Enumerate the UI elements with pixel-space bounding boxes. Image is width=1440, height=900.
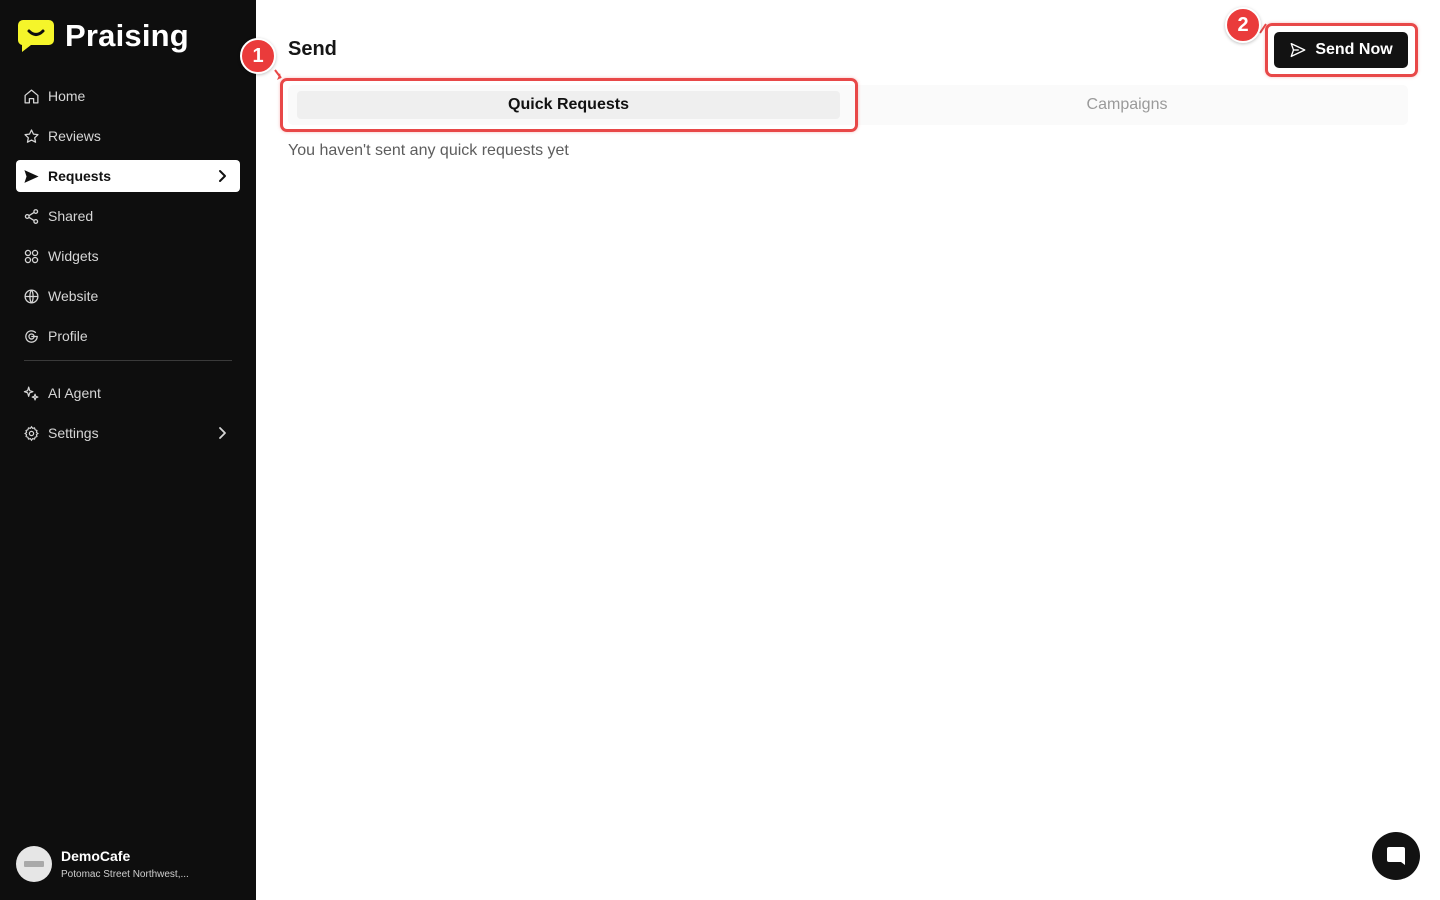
brand-name: Praising: [65, 18, 189, 53]
sidebar-item-label: Website: [48, 288, 99, 304]
sidebar-item-label: Home: [48, 88, 86, 104]
sidebar-nav: Home Reviews Requests Shared Widgets Web…: [16, 80, 240, 457]
sidebar-item-requests[interactable]: Requests: [16, 160, 240, 192]
app-root: Praising Home Reviews Requests Shared Wi…: [0, 0, 1440, 900]
sidebar-item-settings[interactable]: Settings: [16, 417, 240, 449]
account-info: DemoCafe Potomac Street Northwest,...: [61, 847, 189, 882]
chevron-right-icon: [219, 170, 226, 182]
sidebar-item-label: Widgets: [48, 248, 99, 264]
sidebar-item-label: Profile: [48, 328, 88, 344]
home-icon: [24, 88, 39, 104]
sidebar-item-profile[interactable]: Profile: [16, 320, 240, 352]
sidebar-item-label: Requests: [48, 168, 112, 184]
sidebar-divider: [24, 360, 232, 361]
annotation-badge-1: 1: [240, 38, 276, 74]
google-icon: [25, 329, 38, 343]
sidebar-item-label: Settings: [48, 425, 99, 441]
avatar: [16, 846, 52, 882]
sidebar-item-ai-agent[interactable]: AI Agent: [16, 377, 240, 409]
annotation-badge-2: 2: [1225, 7, 1261, 43]
empty-state-message: You haven't sent any quick requests yet: [288, 142, 569, 159]
account-name: DemoCafe: [61, 847, 131, 864]
sidebar-item-website[interactable]: Website: [16, 280, 240, 312]
sidebar-item-widgets[interactable]: Widgets: [16, 240, 240, 272]
sidebar-item-home[interactable]: Home: [16, 80, 240, 112]
main-content: Send Send Now Quick Requests Campaigns Y…: [240, 0, 1440, 900]
send-icon: [24, 169, 39, 183]
praising-logo-icon: [18, 20, 54, 52]
sidebar: Praising Home Reviews Requests Shared Wi…: [0, 0, 256, 900]
gear-icon: [24, 425, 39, 441]
account-switcher[interactable]: DemoCafe Potomac Street Northwest,...: [16, 844, 240, 884]
sidebar-item-reviews[interactable]: Reviews: [16, 120, 240, 152]
globe-icon: [24, 288, 39, 304]
sidebar-item-label: Reviews: [48, 128, 101, 144]
brand[interactable]: Praising: [18, 18, 189, 54]
sidebar-item-shared[interactable]: Shared: [16, 200, 240, 232]
widgets-icon: [24, 249, 39, 263]
chat-bubble-icon: [1387, 847, 1405, 865]
chevron-right-icon: [219, 427, 226, 439]
account-address: Potomac Street Northwest,...: [61, 868, 189, 880]
star-icon: [24, 128, 39, 143]
annotation-arrows: [274, 23, 1267, 80]
chat-launcher-button[interactable]: [1372, 832, 1420, 880]
sidebar-item-label: AI Agent: [48, 385, 101, 401]
sidebar-item-label: Shared: [48, 208, 94, 224]
share-icon: [24, 208, 39, 224]
sparkle-icon: [23, 386, 39, 400]
